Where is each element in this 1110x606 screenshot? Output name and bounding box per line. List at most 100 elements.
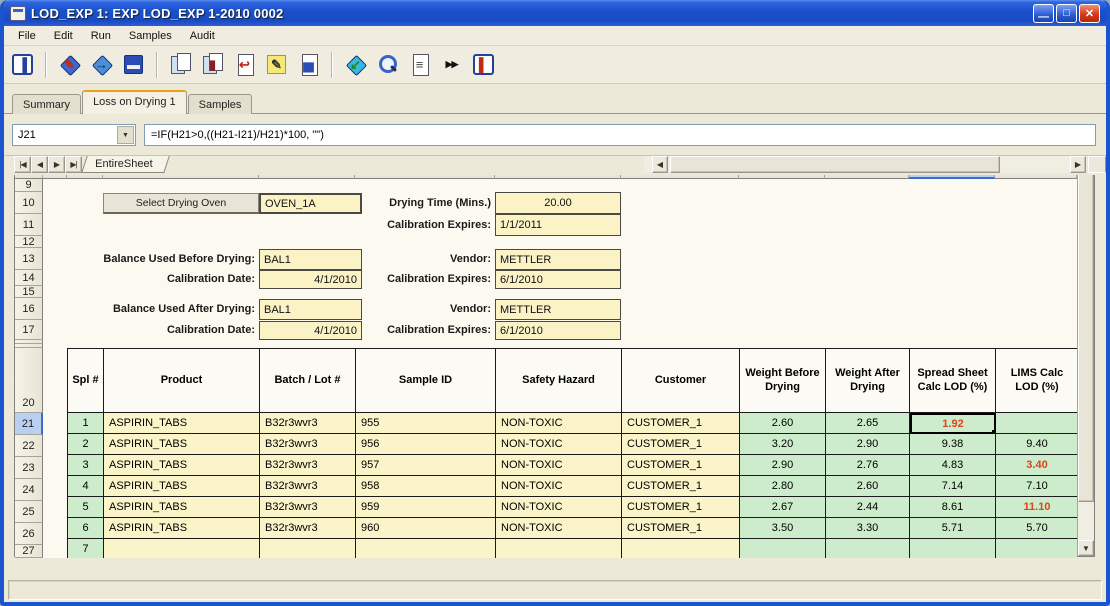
cell-weight_after-row5[interactable]: 2.44 <box>826 497 910 518</box>
cell-customer-row7[interactable] <box>622 539 740 558</box>
table-header-cell[interactable]: LIMS Calc LOD (%) <box>996 349 1077 413</box>
row-header-10[interactable]: 10 <box>15 192 43 214</box>
search-icon[interactable] <box>375 52 400 77</box>
cell-weight_after-row6[interactable]: 3.30 <box>826 518 910 539</box>
row-header-21[interactable]: 21 <box>15 413 43 435</box>
sheet-nav-next[interactable]: ▶ <box>48 156 65 173</box>
horizontal-scrollbar[interactable]: ◀ ▶ <box>644 156 1086 173</box>
cell-hazard-row6[interactable]: NON-TOXIC <box>496 518 622 539</box>
cell-weight_after-row1[interactable]: 2.65 <box>826 413 910 434</box>
cell-sample_id-row5[interactable]: 959 <box>356 497 496 518</box>
cell-customer-row3[interactable]: CUSTOMER_1 <box>622 455 740 476</box>
cell-weight_before-row7[interactable] <box>740 539 826 558</box>
cell-sample_id-row6[interactable]: 960 <box>356 518 496 539</box>
cell-lims_lod-row4[interactable]: 7.10 <box>996 476 1077 497</box>
cell-weight_before-row2[interactable]: 3.20 <box>740 434 826 455</box>
cell-lims_lod-row5[interactable]: 11.10 <box>996 497 1077 518</box>
balance-before-field[interactable]: BAL1 <box>259 249 362 270</box>
cell-spl-row1[interactable]: 1 <box>68 413 104 434</box>
cell-hazard-row3[interactable]: NON-TOXIC <box>496 455 622 476</box>
row-header-24[interactable]: 24 <box>15 479 43 501</box>
table-header-cell[interactable]: Spl # <box>68 349 104 413</box>
cell-spread_lod-row4[interactable]: 7.14 <box>910 476 996 497</box>
cell-weight_after-row3[interactable]: 2.76 <box>826 455 910 476</box>
cell-product-row5[interactable]: ASPIRIN_TABS <box>104 497 260 518</box>
cell-spread_lod-row6[interactable]: 5.71 <box>910 518 996 539</box>
chart-view-icon[interactable]: ▅ <box>296 52 321 77</box>
formula-input[interactable]: =IF(H21>0,((H21-I21)/H21)*100, "") <box>144 124 1096 146</box>
fast-forward-icon[interactable]: ▶▶ <box>439 52 464 77</box>
open-form-icon[interactable]: ▐ <box>10 52 35 77</box>
tab-samples[interactable]: Samples <box>187 94 253 114</box>
close-button[interactable]: ✕ <box>1079 3 1100 23</box>
cell-customer-row1[interactable]: CUSTOMER_1 <box>622 413 740 434</box>
cell-batch-row4[interactable]: B32r3wvr3 <box>260 476 356 497</box>
row-header-15[interactable]: 15 <box>15 286 43 298</box>
cell-spl-row2[interactable]: 2 <box>68 434 104 455</box>
cell-hazard-row1[interactable]: NON-TOXIC <box>496 413 622 434</box>
cell-product-row3[interactable]: ASPIRIN_TABS <box>104 455 260 476</box>
cell-weight_before-row1[interactable]: 2.60 <box>740 413 826 434</box>
row-header-11[interactable]: 11 <box>15 214 43 236</box>
cell-spl-row3[interactable]: 3 <box>68 455 104 476</box>
calibration-date-field-1[interactable]: 4/1/2010 <box>259 270 362 289</box>
cell-spl-row7[interactable]: 7 <box>68 539 104 558</box>
drying-time-field[interactable]: 20.00 <box>495 192 621 214</box>
cell-batch-row1[interactable]: B32r3wvr3 <box>260 413 356 434</box>
cell-batch-row2[interactable]: B32r3wvr3 <box>260 434 356 455</box>
minimize-button[interactable]: — <box>1033 3 1054 23</box>
sheet-nav-last[interactable]: ▶| <box>65 156 82 173</box>
row-header-20[interactable]: 20 <box>15 348 43 413</box>
cell-weight_before-row4[interactable]: 2.80 <box>740 476 826 497</box>
row-header-16[interactable]: 16 <box>15 298 43 320</box>
row-header-23[interactable]: 23 <box>15 457 43 479</box>
maximize-button[interactable]: □ <box>1056 3 1077 23</box>
cell-product-row4[interactable]: ASPIRIN_TABS <box>104 476 260 497</box>
cell-batch-row7[interactable] <box>260 539 356 558</box>
vendor-field-1[interactable]: METTLER <box>495 249 621 270</box>
vertical-scrollbar[interactable]: ▲ ▼ <box>1077 157 1094 556</box>
copy-icon[interactable] <box>168 52 193 77</box>
scroll-left-button[interactable]: ◀ <box>652 156 668 173</box>
table-header-cell[interactable]: Safety Hazard <box>496 349 622 413</box>
table-header-cell[interactable]: Weight Before Drying <box>740 349 826 413</box>
table-header-cell[interactable]: Product <box>104 349 260 413</box>
save-icon[interactable]: ▬ <box>121 52 146 77</box>
cell-product-row1[interactable]: ASPIRIN_TABS <box>104 413 260 434</box>
cell-product-row7[interactable] <box>104 539 260 558</box>
cell-customer-row6[interactable]: CUSTOMER_1 <box>622 518 740 539</box>
calibration-expires-field-1[interactable]: 1/1/2011 <box>495 214 621 236</box>
cell-spl-row5[interactable]: 5 <box>68 497 104 518</box>
cell-batch-row5[interactable]: B32r3wvr3 <box>260 497 356 518</box>
row-header-26[interactable]: 26 <box>15 523 43 545</box>
cell-sample_id-row2[interactable]: 956 <box>356 434 496 455</box>
cell-spread_lod-row1[interactable]: 1.92 <box>910 413 996 434</box>
cell-weight_before-row6[interactable]: 3.50 <box>740 518 826 539</box>
cell-spread_lod-row2[interactable]: 9.38 <box>910 434 996 455</box>
cell-reference-box[interactable]: J21 ▼ <box>12 124 136 146</box>
row-header-27[interactable]: 27 <box>15 545 43 558</box>
table-header-cell[interactable]: Weight After Drying <box>826 349 910 413</box>
edit-cell-icon[interactable]: ✎ <box>264 52 289 77</box>
cell-customer-row5[interactable]: CUSTOMER_1 <box>622 497 740 518</box>
cell-sample_id-row1[interactable]: 955 <box>356 413 496 434</box>
cell-hazard-row5[interactable]: NON-TOXIC <box>496 497 622 518</box>
table-header-cell[interactable]: Spread Sheet Calc LOD (%) <box>910 349 996 413</box>
calibration-date-field-2[interactable]: 4/1/2010 <box>259 321 362 340</box>
row-header-14[interactable]: 14 <box>15 270 43 286</box>
row-header-17[interactable]: 17 <box>15 320 43 340</box>
cell-lims_lod-row1[interactable] <box>996 413 1077 434</box>
cell-batch-row3[interactable]: B32r3wvr3 <box>260 455 356 476</box>
tab-summary[interactable]: Summary <box>12 94 82 114</box>
cell-spread_lod-row5[interactable]: 8.61 <box>910 497 996 518</box>
sheet-nav-prev[interactable]: ◀ <box>31 156 48 173</box>
cell-lims_lod-row7[interactable] <box>996 539 1077 558</box>
cell-product-row2[interactable]: ASPIRIN_TABS <box>104 434 260 455</box>
scroll-down-button[interactable]: ▼ <box>1078 540 1094 556</box>
cell-lims_lod-row2[interactable]: 9.40 <box>996 434 1077 455</box>
cell-batch-row6[interactable]: B32r3wvr3 <box>260 518 356 539</box>
menu-item-samples[interactable]: Samples <box>121 28 180 44</box>
calibration-expires-field-3[interactable]: 6/1/2010 <box>495 321 621 340</box>
cell-sample_id-row4[interactable]: 958 <box>356 476 496 497</box>
cell-weight_before-row5[interactable]: 2.67 <box>740 497 826 518</box>
